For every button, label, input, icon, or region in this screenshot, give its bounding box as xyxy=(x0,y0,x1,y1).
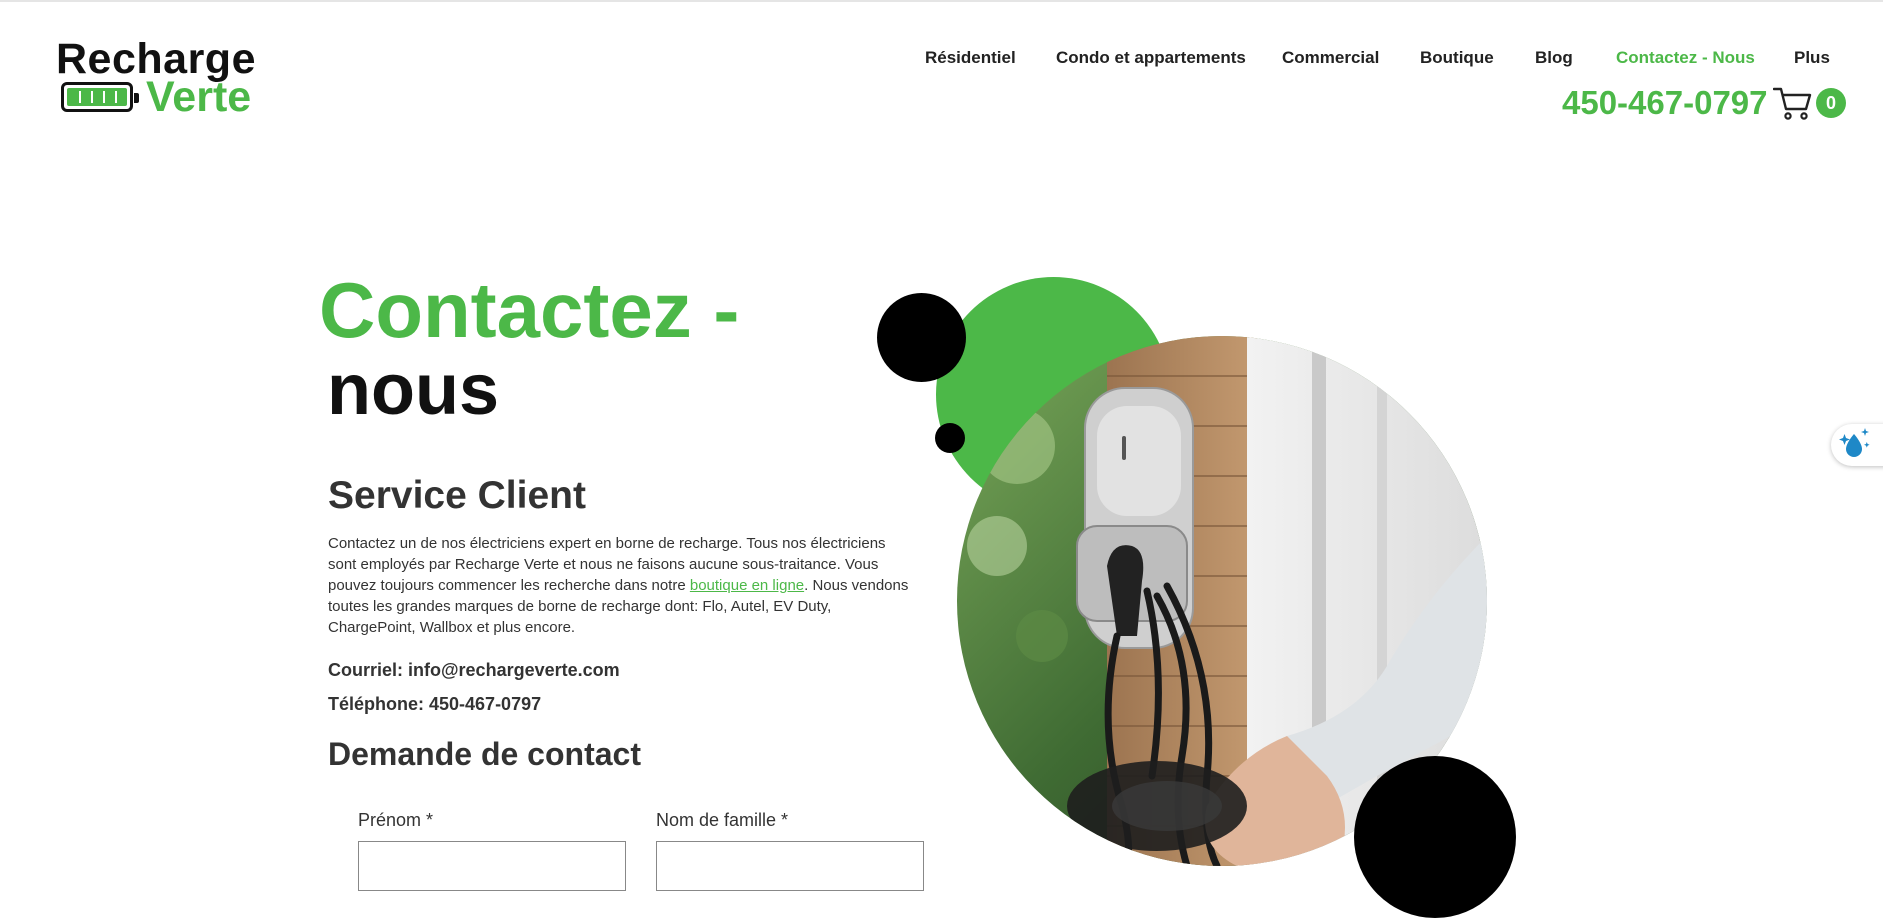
decorative-black-circle-small xyxy=(935,423,965,453)
nav-item-blog[interactable]: Blog xyxy=(1535,48,1573,68)
online-store-link[interactable]: boutique en ligne xyxy=(690,577,804,594)
first-name-label: Prénom * xyxy=(358,810,434,830)
nav-item-contact[interactable]: Contactez - Nous xyxy=(1616,48,1755,68)
nav-item-plus[interactable]: Plus xyxy=(1794,48,1830,68)
last-name-label: Nom de famille * xyxy=(656,810,789,830)
contact-email[interactable]: Courriel: info@rechargeverte.com xyxy=(328,660,620,681)
page-title-line2: nous xyxy=(327,350,499,430)
nav-item-condo[interactable]: Condo et appartements xyxy=(1056,48,1246,68)
logo-text-verte: Verte xyxy=(146,73,252,121)
contact-phone[interactable]: Téléphone: 450-467-0797 xyxy=(328,694,541,715)
nav-item-boutique[interactable]: Boutique xyxy=(1420,48,1494,68)
page-title-line1: Contactez - xyxy=(319,266,740,354)
cart-icon[interactable] xyxy=(1772,86,1813,120)
header-phone[interactable]: 450-467-0797 xyxy=(1562,84,1768,122)
nav-item-commercial[interactable]: Commercial xyxy=(1282,48,1379,68)
nav-item-residentiel[interactable]: Résidentiel xyxy=(925,48,1016,68)
cart-count-badge[interactable]: 0 xyxy=(1816,88,1846,118)
decorative-black-circle-bottom xyxy=(1354,756,1516,918)
contact-form-heading: Demande de contact xyxy=(328,736,641,772)
last-name-field[interactable] xyxy=(656,841,924,891)
accessibility-widget[interactable] xyxy=(1831,424,1883,466)
service-heading: Service Client xyxy=(328,474,586,517)
battery-icon xyxy=(61,82,139,112)
decorative-black-circle-large xyxy=(877,293,966,382)
site-logo[interactable]: Recharge Verte xyxy=(56,36,266,120)
service-paragraph: Contactez un de nos électriciens expert … xyxy=(328,533,918,638)
top-border xyxy=(0,0,1883,2)
accessibility-droplet-icon xyxy=(1839,428,1870,457)
first-name-field[interactable] xyxy=(358,841,626,891)
